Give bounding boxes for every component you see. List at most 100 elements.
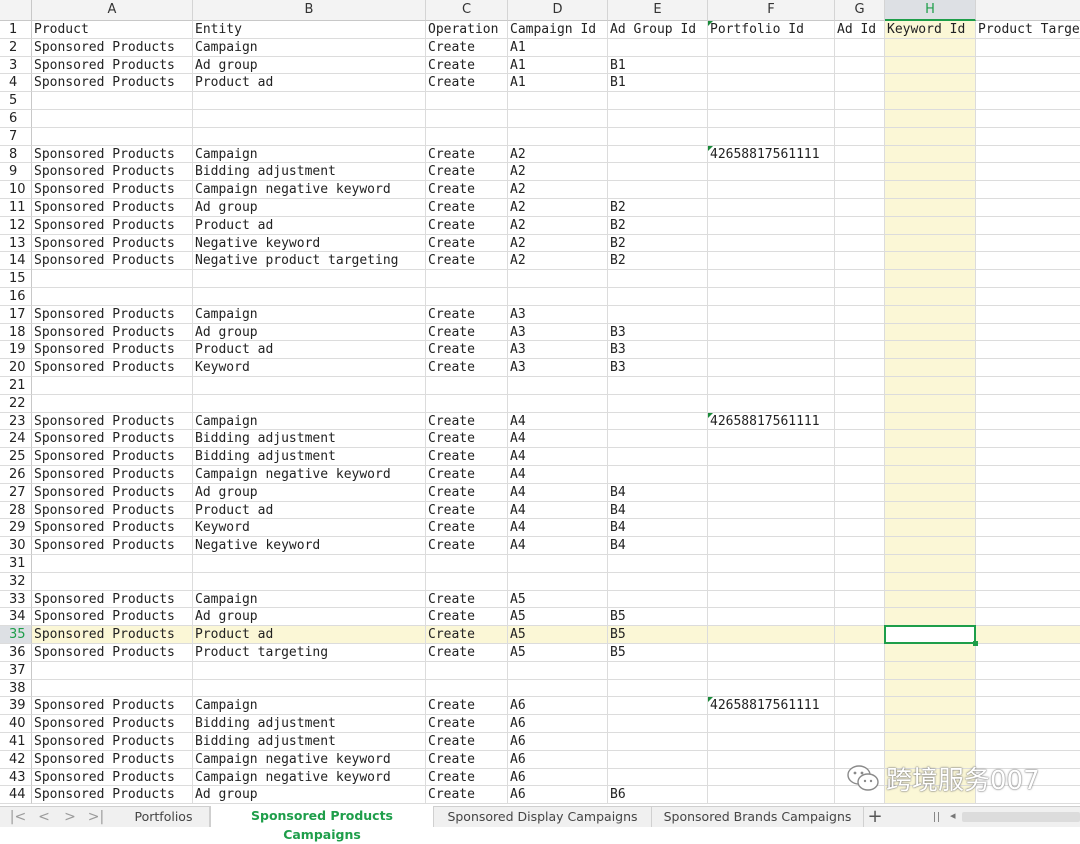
table-cell[interactable]: Create (426, 483, 508, 502)
scroll-left-icon[interactable]: ◂ (950, 809, 956, 822)
table-cell[interactable] (885, 110, 976, 128)
table-cell[interactable] (885, 697, 976, 716)
tab-sponsored-display-campaigns[interactable]: Sponsored Display Campaigns (434, 807, 652, 827)
table-cell[interactable]: 42658817561111 (708, 412, 835, 431)
table-cell[interactable]: Ad Id (835, 21, 885, 39)
table-cell[interactable] (885, 715, 976, 733)
table-cell[interactable] (32, 127, 193, 146)
table-cell[interactable] (885, 377, 976, 395)
table-cell[interactable]: Sponsored Products (32, 483, 193, 502)
scrollbar-thumb[interactable] (962, 812, 1080, 822)
table-cell[interactable] (708, 305, 835, 324)
table-cell[interactable] (835, 519, 885, 538)
next-sheet-icon[interactable]: > (60, 808, 80, 826)
table-cell[interactable] (608, 555, 708, 573)
table-cell[interactable] (32, 110, 193, 128)
table-cell[interactable] (193, 288, 426, 306)
table-cell[interactable] (193, 110, 426, 128)
table-cell[interactable]: Negative keyword (193, 537, 426, 555)
table-cell[interactable] (835, 341, 885, 360)
table-cell[interactable] (708, 270, 835, 288)
table-cell[interactable] (708, 341, 835, 360)
table-cell[interactable]: B5 (608, 626, 708, 644)
table-cell[interactable] (708, 537, 835, 555)
table-cell[interactable]: A2 (508, 145, 608, 164)
table-cell[interactable]: Create (426, 768, 508, 787)
table-cell[interactable] (835, 38, 885, 57)
table-cell[interactable] (708, 127, 835, 146)
table-cell[interactable] (508, 110, 608, 128)
table-cell[interactable]: A1 (508, 56, 608, 75)
table-cell[interactable]: Create (426, 252, 508, 271)
table-cell[interactable]: B3 (608, 323, 708, 342)
column-header-d[interactable]: D (508, 0, 608, 21)
table-cell[interactable]: A3 (508, 341, 608, 360)
table-cell[interactable] (835, 377, 885, 395)
table-cell[interactable] (193, 572, 426, 591)
table-cell[interactable]: Sponsored Products (32, 74, 193, 93)
table-cell[interactable] (708, 519, 835, 538)
table-cell[interactable]: Sponsored Products (32, 430, 193, 449)
table-cell[interactable] (976, 395, 1080, 413)
table-cell[interactable]: Negative keyword (193, 234, 426, 253)
table-cell[interactable] (976, 430, 1080, 449)
table-cell[interactable]: Create (426, 501, 508, 520)
table-cell[interactable]: Create (426, 163, 508, 182)
table-cell[interactable]: B6 (608, 786, 708, 805)
table-cell[interactable] (32, 92, 193, 110)
table-cell[interactable]: A3 (508, 305, 608, 324)
table-cell[interactable]: A4 (508, 412, 608, 431)
table-cell[interactable]: Sponsored Products (32, 234, 193, 253)
column-header-b[interactable]: B (193, 0, 426, 21)
table-cell[interactable]: A6 (508, 733, 608, 751)
table-cell[interactable] (835, 537, 885, 555)
table-cell[interactable] (976, 644, 1080, 662)
table-cell[interactable] (708, 181, 835, 199)
table-cell[interactable]: Sponsored Products (32, 519, 193, 538)
table-cell[interactable] (608, 163, 708, 182)
table-cell[interactable] (976, 270, 1080, 288)
table-cell[interactable] (885, 733, 976, 751)
row-header[interactable]: 40 (0, 715, 32, 733)
table-cell[interactable] (835, 572, 885, 591)
table-cell[interactable] (708, 234, 835, 253)
table-cell[interactable] (608, 288, 708, 306)
table-cell[interactable]: B4 (608, 483, 708, 502)
table-cell[interactable] (976, 306, 1080, 324)
row-header[interactable]: 39 (0, 697, 32, 716)
table-cell[interactable]: B4 (608, 519, 708, 538)
table-cell[interactable]: Sponsored Products (32, 715, 193, 733)
table-cell[interactable] (508, 92, 608, 110)
row-header[interactable]: 22 (0, 394, 32, 413)
table-cell[interactable]: Create (426, 608, 508, 627)
table-cell[interactable] (608, 448, 708, 466)
table-cell[interactable]: Product (32, 21, 193, 39)
table-cell[interactable] (708, 74, 835, 93)
table-cell[interactable] (835, 288, 885, 306)
table-cell[interactable] (976, 252, 1080, 271)
table-cell[interactable] (885, 359, 976, 377)
table-cell[interactable] (885, 341, 976, 360)
table-cell[interactable] (608, 430, 708, 449)
table-cell[interactable] (608, 181, 708, 199)
select-all-corner[interactable] (0, 0, 32, 21)
table-cell[interactable] (608, 697, 708, 716)
table-cell[interactable]: A4 (508, 483, 608, 502)
table-cell[interactable] (835, 733, 885, 751)
table-cell[interactable]: Create (426, 733, 508, 751)
table-cell[interactable] (885, 127, 976, 146)
table-cell[interactable]: Create (426, 323, 508, 342)
table-cell[interactable] (608, 590, 708, 609)
table-cell[interactable] (835, 199, 885, 217)
table-cell[interactable] (32, 555, 193, 573)
table-cell[interactable]: A1 (508, 38, 608, 57)
table-cell[interactable]: Sponsored Products (32, 448, 193, 466)
table-cell[interactable]: Bidding adjustment (193, 733, 426, 751)
table-cell[interactable]: Create (426, 590, 508, 609)
table-cell[interactable]: A6 (508, 768, 608, 787)
table-cell[interactable]: Sponsored Products (32, 216, 193, 235)
row-header[interactable]: 36 (0, 644, 32, 662)
table-cell[interactable]: Sponsored Products (32, 359, 193, 377)
table-cell[interactable]: Create (426, 74, 508, 93)
table-cell[interactable] (508, 661, 608, 680)
